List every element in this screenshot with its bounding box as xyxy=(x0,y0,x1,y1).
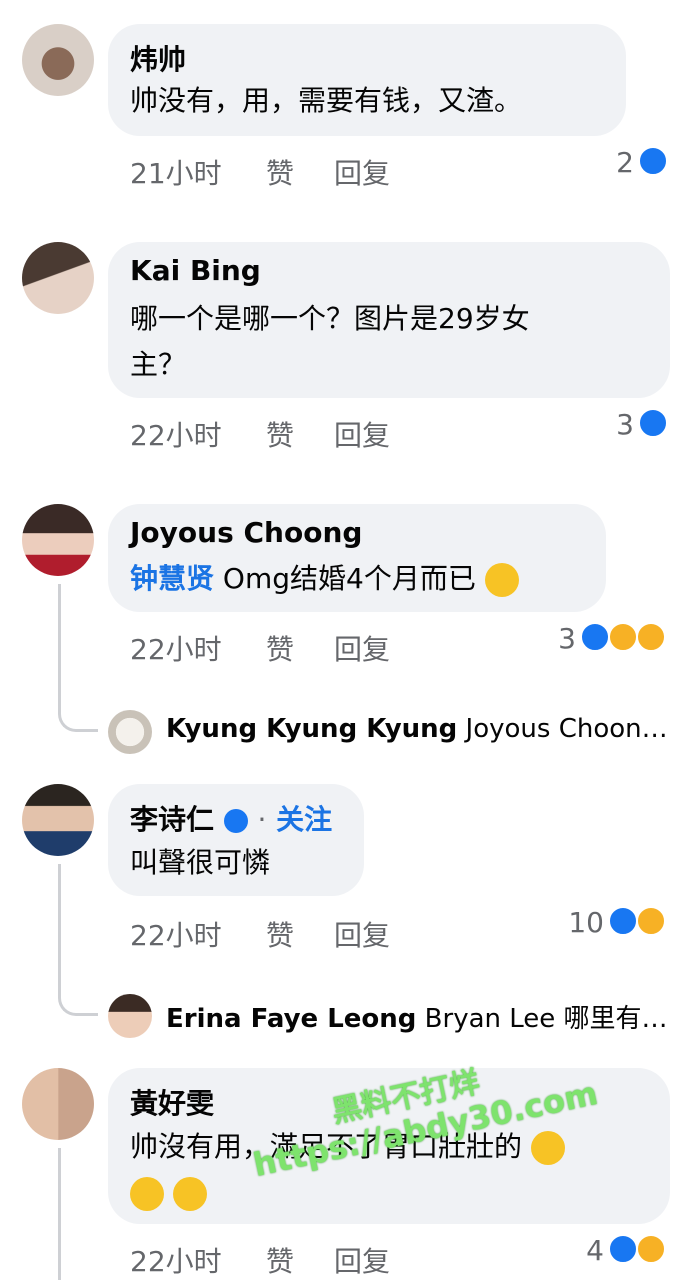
comment-time[interactable]: 21小时 xyxy=(130,152,222,192)
comment-author: 李诗仁 · 关注 xyxy=(130,798,332,838)
avatar-li-shiren[interactable] xyxy=(22,784,94,856)
like-reaction-icon[interactable] xyxy=(638,408,668,438)
reply-snippet: Bryan Lee 哪里有… xyxy=(416,1004,666,1034)
comment-author[interactable]: Joyous Choong xyxy=(130,516,362,549)
comment-text: 钟慧贤 Omg结婚4个月而已 xyxy=(130,556,519,602)
reaction-count[interactable]: 3 xyxy=(598,408,634,441)
thread-connector xyxy=(58,984,98,1016)
reply-author: Erina Faye Leong xyxy=(166,1004,417,1034)
comment-time[interactable]: 22小时 xyxy=(130,628,222,668)
laugh-tears-emoji xyxy=(530,1131,565,1165)
comment-text: 哪一个是哪一个？图片是29岁女 xyxy=(130,302,530,335)
thread-line xyxy=(58,584,61,702)
like-button[interactable]: 赞 xyxy=(266,628,294,668)
like-button[interactable]: 赞 xyxy=(266,152,294,192)
comment-body: Omg结婚4个月而已 xyxy=(214,562,476,595)
thread-line xyxy=(58,1148,61,1280)
reaction-count[interactable]: 2 xyxy=(598,146,634,179)
avatar-kyung-kyung[interactable] xyxy=(108,710,152,754)
laugh-tears-emoji xyxy=(130,1177,164,1211)
verified-badge-icon xyxy=(223,809,248,833)
comment-time[interactable]: 22小时 xyxy=(130,1240,222,1280)
reply-button[interactable]: 回复 xyxy=(334,414,390,454)
comment-author[interactable]: Kai Bing xyxy=(130,254,261,287)
reaction-count[interactable]: 4 xyxy=(568,1234,604,1267)
like-reaction-icon[interactable] xyxy=(638,146,668,176)
avatar-huang-haowen[interactable] xyxy=(22,1068,94,1140)
comment-author[interactable]: 炜帅 xyxy=(130,38,186,78)
reply-author: Kyung Kyung Kyung xyxy=(166,714,458,744)
separator-dot: · xyxy=(257,803,267,836)
like-reaction-icon[interactable] xyxy=(608,1234,638,1264)
laugh-tears-emoji xyxy=(484,563,519,597)
author-name[interactable]: 李诗仁 xyxy=(130,803,214,836)
thread-connector xyxy=(58,700,98,732)
reply-button[interactable]: 回复 xyxy=(334,914,390,954)
sweat-smile-emoji xyxy=(172,1177,207,1211)
avatar-joyous-choong[interactable] xyxy=(22,504,94,576)
reply-snippet: Joyous Choon… xyxy=(457,714,666,744)
like-button[interactable]: 赞 xyxy=(266,1240,294,1280)
comment-text: 叫聲很可憐 xyxy=(130,846,271,879)
reply-button[interactable]: 回复 xyxy=(334,628,390,668)
sad-reaction-icon[interactable] xyxy=(636,622,666,652)
comment-author[interactable]: 黃好雯 xyxy=(130,1082,214,1122)
comment-time[interactable]: 22小时 xyxy=(130,914,222,954)
haha-reaction-icon[interactable] xyxy=(636,1234,666,1264)
like-reaction-icon[interactable] xyxy=(580,622,610,652)
comment-time[interactable]: 22小时 xyxy=(130,414,222,454)
like-reaction-icon[interactable] xyxy=(608,906,638,936)
wow-reaction-icon[interactable] xyxy=(608,622,638,652)
reaction-count[interactable]: 10 xyxy=(556,906,604,939)
avatar-weishuai[interactable] xyxy=(22,24,94,96)
like-button[interactable]: 赞 xyxy=(266,914,294,954)
mention-link[interactable]: 钟慧贤 xyxy=(130,562,214,595)
comment-text: 帅没有，用，需要有钱，又渣。 xyxy=(130,84,523,117)
comment-text: 主？ xyxy=(130,348,187,381)
reaction-count[interactable]: 3 xyxy=(540,622,576,655)
avatar-erina-faye-leong[interactable] xyxy=(108,994,152,1038)
reply-button[interactable]: 回复 xyxy=(334,1240,390,1280)
reply-preview[interactable]: Kyung Kyung Kyung Joyous Choon… xyxy=(166,714,666,744)
comment-emoji-line xyxy=(130,1170,207,1216)
reply-preview[interactable]: Erina Faye Leong Bryan Lee 哪里有… xyxy=(166,998,666,1035)
reply-button[interactable]: 回复 xyxy=(334,152,390,192)
follow-button[interactable]: 关注 xyxy=(276,803,332,836)
like-button[interactable]: 赞 xyxy=(266,414,294,454)
avatar-kai-bing[interactable] xyxy=(22,242,94,314)
thread-line xyxy=(58,864,61,988)
haha-reaction-icon[interactable] xyxy=(636,906,666,936)
